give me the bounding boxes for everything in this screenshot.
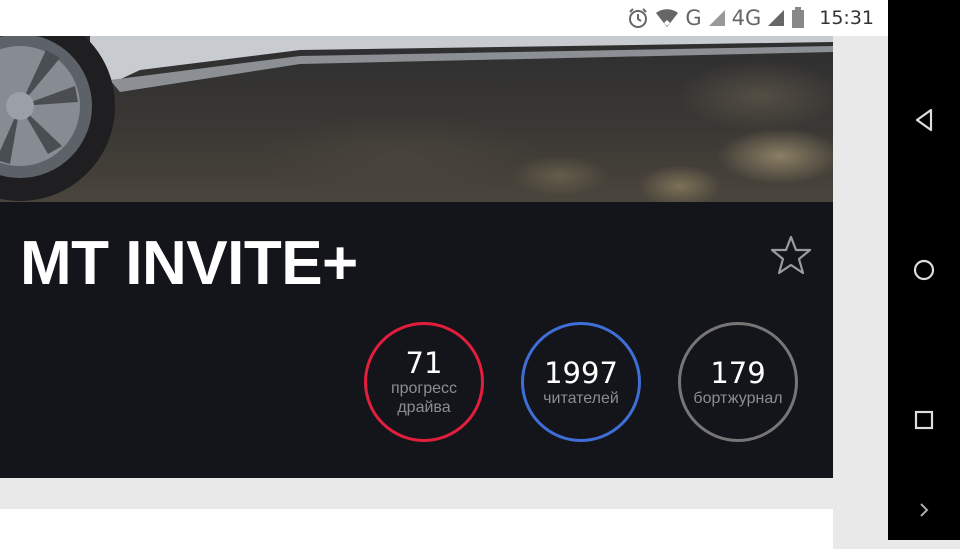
signal-icon [708, 9, 726, 27]
stat-value: 1997 [544, 355, 618, 390]
stat-drive-progress[interactable]: 71 прогресс драйва [364, 322, 484, 442]
clock: 15:31 [819, 7, 874, 29]
home-button[interactable] [888, 240, 960, 300]
alarm-icon [627, 7, 649, 29]
cover-photo [0, 36, 833, 202]
recents-button[interactable] [888, 390, 960, 450]
network-type-4g: 4G [731, 6, 762, 30]
star-outline-icon [770, 235, 812, 275]
back-icon [915, 108, 933, 132]
stat-label: драйва [397, 399, 451, 416]
page-title: MT INVITE+ [20, 229, 358, 298]
stat-readers[interactable]: 1997 читателей [521, 322, 641, 442]
recents-icon [914, 410, 934, 430]
status-icons: G 4G [627, 6, 805, 30]
signal-icon [767, 9, 785, 27]
chevron-right-icon [920, 503, 929, 517]
stat-label: бортжурнал [693, 389, 783, 407]
stat-label: прогресс [390, 380, 458, 397]
stat-logbook[interactable]: 179 бортжурнал [678, 322, 798, 442]
back-button[interactable] [888, 90, 960, 150]
content-card [0, 509, 833, 549]
stat-label: читателей [543, 389, 619, 407]
network-type-g: G [685, 6, 702, 30]
more-button[interactable] [888, 480, 960, 540]
battery-icon [791, 7, 805, 29]
home-icon [913, 259, 935, 281]
profile-header: MT INVITE+ 71 прогресс драйва 1997 читат… [0, 202, 833, 478]
status-bar: G 4G 15:31 [0, 0, 888, 36]
stat-value: 179 [710, 355, 766, 390]
wifi-icon [655, 8, 679, 28]
navigation-bar [888, 0, 960, 540]
stat-value: 71 [405, 346, 443, 380]
favorite-button[interactable] [770, 234, 812, 276]
